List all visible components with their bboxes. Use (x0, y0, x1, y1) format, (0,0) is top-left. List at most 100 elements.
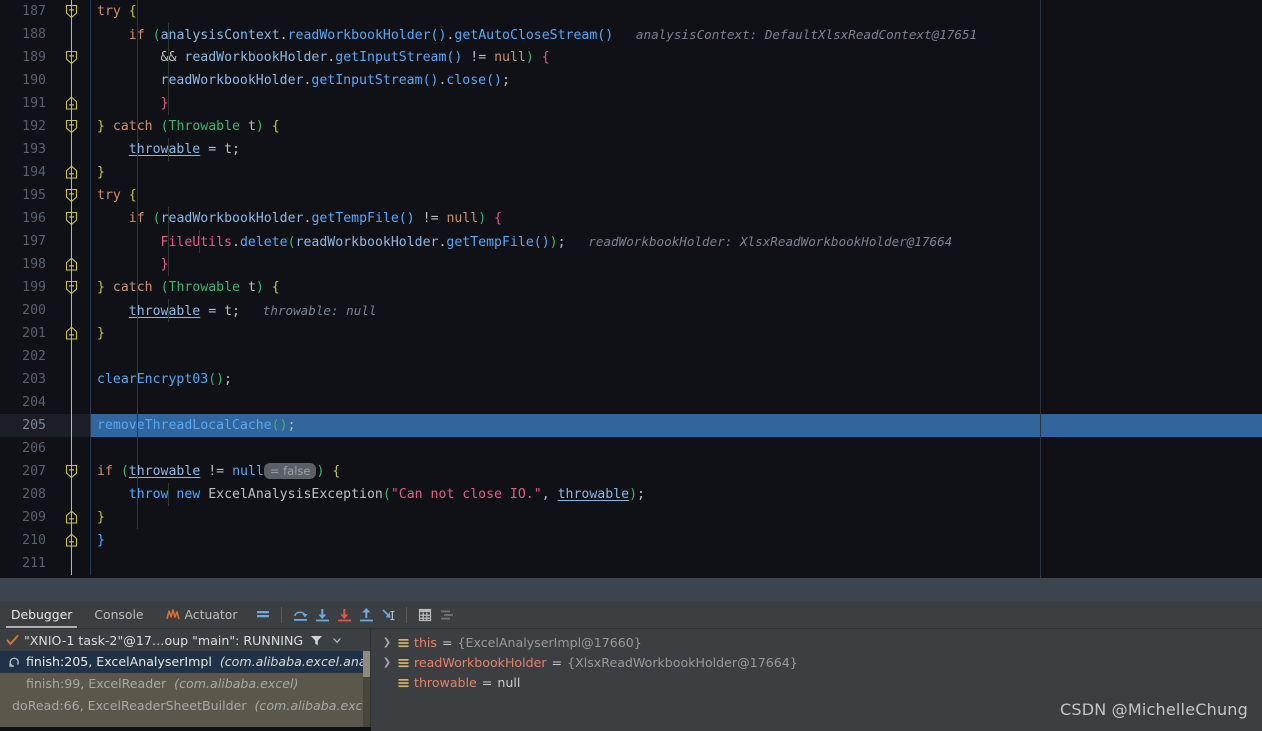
code-line[interactable]: 203clearEncrypt03(); (0, 368, 1262, 391)
gutter-cell[interactable] (46, 506, 91, 529)
code-line[interactable]: 205removeThreadLocalCache(); (0, 414, 1262, 437)
code-line[interactable]: 192} catch (Throwable t) { (0, 115, 1262, 138)
gutter-cell[interactable] (46, 23, 91, 46)
code-text[interactable]: try { (91, 0, 137, 23)
settings-icon[interactable] (436, 604, 458, 626)
variable-row[interactable]: ❯readWorkbookHolder={XlsxReadWorkbookHol… (371, 653, 1262, 673)
step-over-icon[interactable] (289, 604, 311, 626)
expand-chevron-icon[interactable]: ❯ (379, 653, 395, 673)
code-line[interactable]: 208 throw new ExcelAnalysisException("Ca… (0, 483, 1262, 506)
gutter-cell[interactable] (46, 391, 91, 414)
fold-toggle-icon[interactable] (65, 96, 78, 111)
chevron-down-icon[interactable] (331, 634, 343, 646)
fold-toggle-icon[interactable] (65, 4, 78, 19)
code-text[interactable]: } (91, 322, 105, 345)
code-text[interactable]: removeThreadLocalCache(); (91, 414, 296, 437)
evaluate-expression-icon[interactable] (414, 604, 436, 626)
code-text[interactable]: && readWorkbookHolder.getInputStream() !… (91, 46, 550, 69)
code-line[interactable]: 209} (0, 506, 1262, 529)
frame-row[interactable]: finish:205, ExcelAnalyserImpl (com.aliba… (0, 651, 370, 673)
code-text[interactable] (91, 391, 97, 414)
code-line[interactable]: 190 readWorkbookHolder.getInputStream().… (0, 69, 1262, 92)
code-lines-container[interactable]: 187try {188 if (analysisContext.readWork… (0, 0, 1262, 575)
editor-panel-splitter[interactable] (0, 578, 1262, 601)
code-line[interactable]: 197 FileUtils.delete(readWorkbookHolder.… (0, 230, 1262, 253)
step-out-icon[interactable] (355, 604, 377, 626)
code-line[interactable]: 204 (0, 391, 1262, 414)
gutter-cell[interactable] (46, 529, 91, 552)
gutter-cell[interactable] (46, 207, 91, 230)
tab-debugger[interactable]: Debugger (0, 601, 83, 628)
code-line[interactable]: 201} (0, 322, 1262, 345)
fold-toggle-icon[interactable] (65, 119, 78, 134)
gutter-cell[interactable] (46, 92, 91, 115)
fold-toggle-icon[interactable] (65, 211, 78, 226)
gutter-cell[interactable] (46, 0, 91, 23)
frames-scrollbar-thumb[interactable] (363, 651, 370, 677)
code-text[interactable]: throwable = t; (91, 138, 240, 161)
frames-list[interactable]: finish:205, ExcelAnalyserImpl (com.aliba… (0, 651, 370, 727)
force-step-into-icon[interactable] (333, 604, 355, 626)
variable-row[interactable]: throwable=null (371, 673, 1262, 693)
gutter-cell[interactable] (46, 322, 91, 345)
gutter-cell[interactable] (46, 345, 91, 368)
code-line[interactable]: 210} (0, 529, 1262, 552)
gutter-cell[interactable] (46, 138, 91, 161)
code-text[interactable]: } (91, 92, 168, 115)
code-text[interactable]: } (91, 506, 105, 529)
tab-actuator[interactable]: Actuator (155, 601, 249, 628)
fold-toggle-icon[interactable] (65, 510, 78, 525)
code-line[interactable]: 194} (0, 161, 1262, 184)
code-line[interactable]: 207if (throwable != null= false) { (0, 460, 1262, 483)
fold-toggle-icon[interactable] (65, 464, 78, 479)
fold-toggle-icon[interactable] (65, 50, 78, 65)
code-line[interactable]: 195try { (0, 184, 1262, 207)
code-line[interactable]: 187try { (0, 0, 1262, 23)
code-text[interactable]: } catch (Throwable t) { (91, 115, 280, 138)
step-into-icon[interactable] (311, 604, 333, 626)
run-to-cursor-icon[interactable] (377, 604, 399, 626)
frames-scrollbar[interactable] (363, 651, 370, 727)
thread-selector[interactable]: "XNIO-1 task-2"@17…oup "main": RUNNING (0, 629, 370, 651)
frame-row[interactable]: finish:99, ExcelReader (com.alibaba.exce… (0, 673, 370, 695)
code-text[interactable]: if (throwable != null= false) { (91, 460, 340, 483)
gutter-cell[interactable] (46, 184, 91, 207)
reset-frame-icon[interactable] (8, 656, 20, 668)
variable-row[interactable]: ❯this={ExcelAnalyserImpl@17660} (371, 633, 1262, 653)
gutter-cell[interactable] (46, 414, 91, 437)
code-line[interactable]: 199} catch (Throwable t) { (0, 276, 1262, 299)
code-text[interactable]: } (91, 161, 105, 184)
gutter-cell[interactable] (46, 253, 91, 276)
tab-console[interactable]: Console (83, 601, 154, 628)
code-text[interactable]: if (analysisContext.readWorkbookHolder()… (91, 23, 977, 46)
code-text[interactable]: throwable = t; throwable: null (91, 299, 376, 322)
code-text[interactable]: throw new ExcelAnalysisException("Can no… (91, 483, 645, 506)
code-line[interactable]: 202 (0, 345, 1262, 368)
gutter-cell[interactable] (46, 46, 91, 69)
fold-toggle-icon[interactable] (65, 280, 78, 295)
code-text[interactable]: FileUtils.delete(readWorkbookHolder.getT… (91, 230, 952, 253)
code-line[interactable]: 211 (0, 552, 1262, 575)
fold-toggle-icon[interactable] (65, 533, 78, 548)
gutter-cell[interactable] (46, 437, 91, 460)
code-text[interactable]: } (91, 253, 168, 276)
fold-toggle-icon[interactable] (65, 188, 78, 203)
code-text[interactable] (91, 345, 97, 368)
frames-pane[interactable]: "XNIO-1 task-2"@17…oup "main": RUNNING f… (0, 629, 370, 727)
gutter-cell[interactable] (46, 299, 91, 322)
show-execution-point-icon[interactable] (252, 604, 274, 626)
gutter-cell[interactable] (46, 115, 91, 138)
code-line[interactable]: 189 && readWorkbookHolder.getInputStream… (0, 46, 1262, 69)
code-text[interactable]: readWorkbookHolder.getInputStream().clos… (91, 69, 510, 92)
gutter-cell[interactable] (46, 483, 91, 506)
code-text[interactable]: clearEncrypt03(); (91, 368, 232, 391)
filter-icon[interactable] (310, 634, 323, 647)
frame-row[interactable]: doRead:66, ExcelReaderSheetBuilder (com.… (0, 695, 370, 717)
gutter-cell[interactable] (46, 276, 91, 299)
gutter-cell[interactable] (46, 552, 91, 575)
code-line[interactable]: 198 } (0, 253, 1262, 276)
fold-toggle-icon[interactable] (65, 165, 78, 180)
code-text[interactable]: } catch (Throwable t) { (91, 276, 280, 299)
gutter-cell[interactable] (46, 460, 91, 483)
code-editor[interactable]: 187try {188 if (analysisContext.readWork… (0, 0, 1262, 578)
